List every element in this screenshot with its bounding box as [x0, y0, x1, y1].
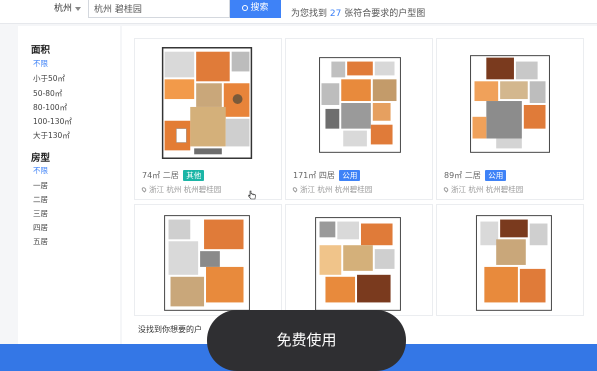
card-meta: 89㎡ 二居 公用: [444, 170, 507, 181]
area-value: 171㎡: [293, 171, 317, 180]
area-option[interactable]: 80-100㎡: [33, 102, 67, 113]
card-location: 浙江 杭州 杭州碧桂园: [442, 184, 524, 195]
location-text: 浙江 杭州: [300, 185, 333, 194]
category-badge: 公用: [485, 170, 507, 181]
search-icon: [242, 5, 249, 11]
area-option[interactable]: 不限: [33, 58, 48, 69]
location-text: 浙江 杭州: [149, 185, 182, 194]
search-input[interactable]: [88, 0, 230, 18]
floorplan-image: [475, 215, 552, 311]
floorplan-image: [161, 47, 253, 159]
card-meta: 74㎡ 二居 其他: [142, 170, 205, 181]
area-option[interactable]: 100-130㎡: [33, 116, 72, 127]
community-name: 杭州碧桂园: [485, 185, 524, 194]
area-filter-title: 面积: [31, 45, 51, 56]
floorplan-image: [164, 215, 250, 311]
hand-cursor-icon: [248, 190, 256, 200]
result-count-text: 为您找到 27 张符合要求的户型图: [291, 6, 425, 19]
search-bar: 杭州 搜索 为您找到 27 张符合要求的户型图: [0, 0, 597, 24]
not-found-hint: 没找到你想要的户: [138, 325, 202, 334]
location-pin-icon: [140, 186, 148, 193]
card-location: 浙江 杭州 杭州碧桂园: [140, 184, 222, 195]
floorplan-card[interactable]: [285, 204, 433, 316]
room-option[interactable]: 三居: [33, 208, 48, 219]
room-option[interactable]: 二居: [33, 194, 48, 205]
floorplan-card[interactable]: 89㎡ 二居 公用 浙江 杭州 杭州碧桂园: [436, 38, 584, 200]
card-location: 浙江 杭州 杭州碧桂园: [291, 184, 373, 195]
room-filter-title: 房型: [31, 153, 51, 164]
area-value: 74㎡: [142, 171, 161, 180]
floorplan-grid: 74㎡ 二居 其他 浙江 杭州 杭州碧桂园 171㎡ 四居 公用 浙江 杭州 杭…: [122, 26, 597, 344]
area-option[interactable]: 小于50㎡: [33, 73, 65, 84]
free-use-button[interactable]: 免费使用: [207, 310, 406, 371]
floorplan-image: [315, 217, 401, 311]
floorplan-image: [319, 57, 401, 153]
floorplan-card[interactable]: [436, 204, 584, 316]
area-option[interactable]: 大于130㎡: [33, 130, 70, 141]
floorplan-card[interactable]: 74㎡ 二居 其他 浙江 杭州 杭州碧桂园: [134, 38, 282, 200]
city-label: 杭州: [54, 4, 73, 14]
room-option[interactable]: 五居: [33, 236, 48, 247]
result-prefix: 为您找到: [291, 9, 328, 19]
city-select[interactable]: 杭州: [54, 1, 86, 17]
room-value: 四居: [318, 171, 335, 180]
room-option[interactable]: 不限: [33, 165, 48, 176]
community-name: 杭州碧桂园: [334, 185, 373, 194]
room-option[interactable]: 四居: [33, 222, 48, 233]
search-button[interactable]: 搜索: [230, 0, 281, 18]
card-meta: 171㎡ 四居 公用: [293, 170, 361, 181]
chevron-down-icon: [75, 6, 82, 11]
category-badge: 其他: [183, 170, 205, 181]
floorplan-card[interactable]: [134, 204, 282, 316]
location-text: 浙江 杭州: [451, 185, 484, 194]
result-suffix: 张符合要求的户型图: [344, 9, 426, 19]
category-badge: 公用: [339, 170, 361, 181]
area-option[interactable]: 50-80㎡: [33, 88, 62, 99]
result-number: 27: [329, 9, 342, 19]
filter-panel: 面积 不限 小于50㎡ 50-80㎡ 80-100㎡ 100-130㎡ 大于13…: [18, 26, 120, 344]
area-value: 89㎡: [444, 171, 463, 180]
location-pin-icon: [442, 186, 450, 193]
floorplan-card[interactable]: 171㎡ 四居 公用 浙江 杭州 杭州碧桂园: [285, 38, 433, 200]
search-button-label: 搜索: [250, 3, 269, 13]
room-value: 二居: [162, 171, 179, 180]
community-name: 杭州碧桂园: [183, 185, 222, 194]
room-value: 二居: [464, 171, 481, 180]
location-pin-icon: [291, 186, 299, 193]
floorplan-image: [470, 55, 550, 153]
room-option[interactable]: 一居: [33, 180, 48, 191]
